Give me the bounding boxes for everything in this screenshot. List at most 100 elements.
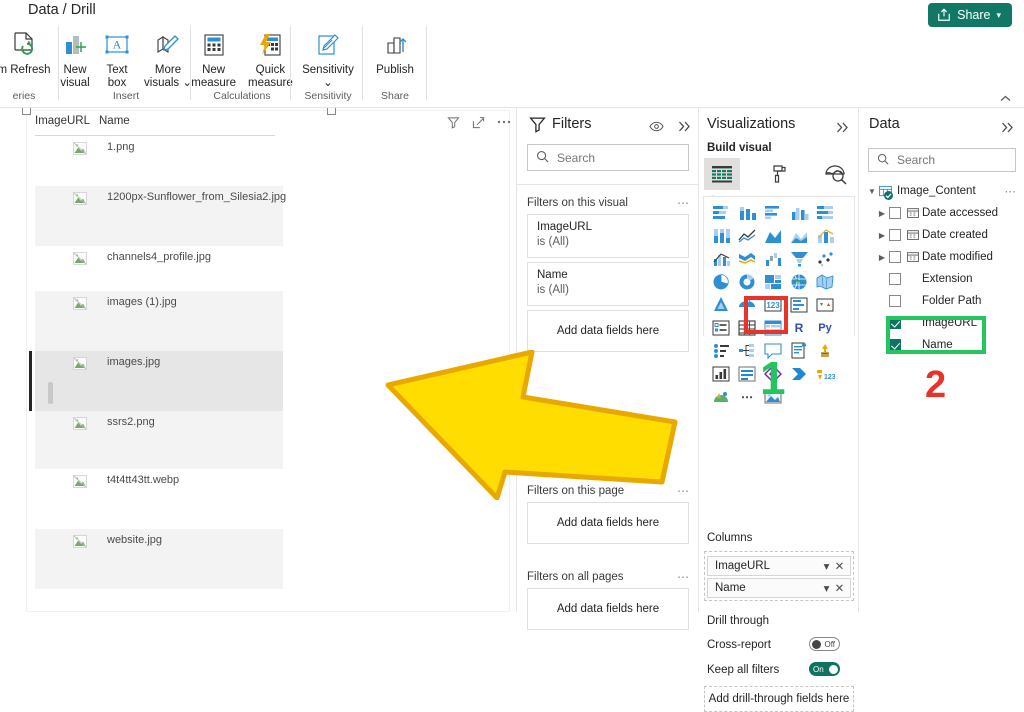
visual-type-100-stacked-bar-chart[interactable] — [813, 202, 837, 223]
table-row[interactable]: channels4_profile.jpg — [35, 246, 283, 291]
visual-type-get-more-visuals[interactable] — [735, 363, 759, 384]
filter-card-imageurl[interactable]: ImageURL is (All) — [527, 214, 689, 258]
visual-type-filled-map[interactable] — [813, 271, 837, 292]
field-pill-imageurl[interactable]: ImageURL ▾ ✕ — [707, 556, 851, 576]
data-table-node[interactable]: ▼ Image_Content ⋯ — [859, 180, 1024, 202]
filters-all-pages-section-more[interactable]: ⋯ — [677, 570, 691, 584]
double-chevron-right-icon[interactable] — [676, 118, 692, 134]
filters-visual-section-more[interactable]: ⋯ — [677, 196, 691, 210]
visual-type-table[interactable] — [735, 317, 759, 338]
more-options-icon[interactable] — [495, 114, 512, 130]
data-field-date-modified[interactable]: ▶ Date modified — [859, 246, 1024, 268]
visual-type-power-automate[interactable] — [787, 363, 811, 384]
table-row[interactable]: 1200px-Sunflower_from_Silesia2.jpg — [35, 186, 286, 246]
visual-type-treemap[interactable] — [761, 271, 785, 292]
table-visual[interactable]: ImageURL Name 1.png 1200px-Sunflower_from… — [22, 108, 512, 612]
visual-type-arcgis-maps[interactable] — [709, 386, 733, 407]
visual-type-scatter-chart[interactable] — [813, 248, 837, 269]
eye-icon[interactable] — [648, 118, 664, 134]
visual-type-py-visual[interactable]: Py — [813, 317, 837, 338]
data-field-date-created[interactable]: ▶ Date created — [859, 224, 1024, 246]
visual-type-stacked-column-chart[interactable] — [735, 202, 759, 223]
focus-mode-icon[interactable] — [470, 114, 487, 130]
refresh-button[interactable]: m Refresh — [0, 22, 57, 77]
chevron-down-icon[interactable]: ▾ — [820, 581, 833, 595]
keep-all-filters-toggle[interactable]: On — [809, 662, 840, 676]
visual-type-more-options[interactable]: ⋯ — [735, 386, 759, 407]
chevron-right-icon[interactable]: ▶ — [875, 253, 889, 262]
format-visual-tab[interactable] — [761, 158, 797, 190]
table-scrollbar-thumb[interactable] — [48, 382, 53, 404]
visual-type-clustered-column-chart[interactable] — [787, 202, 811, 223]
chevron-right-icon[interactable]: ▶ — [875, 209, 889, 218]
publish-button[interactable]: Publish — [370, 22, 420, 77]
field-checkbox[interactable] — [889, 295, 901, 307]
report-canvas[interactable]: ImageURL Name 1.png 1200px-Sunflower_from… — [0, 108, 516, 612]
ribbon-collapse-button[interactable] — [996, 90, 1014, 106]
new-measure-button[interactable]: New measure — [185, 22, 242, 89]
visual-type-pie-chart[interactable] — [709, 271, 733, 292]
visual-type-line-stacked-column-chart[interactable] — [813, 225, 837, 246]
chevron-down-icon[interactable]: ▼ — [865, 187, 879, 196]
filters-page-section-more[interactable]: ⋯ — [677, 484, 691, 498]
new-visual-button[interactable]: New visual — [54, 22, 96, 89]
visual-type-100-stacked-column-chart[interactable] — [709, 225, 733, 246]
build-visual-tab[interactable] — [704, 158, 740, 190]
table-row[interactable]: images.jpg — [29, 351, 283, 411]
table-row[interactable]: website.jpg — [35, 529, 283, 589]
drill-through-dropzone[interactable]: Add drill-through fields here — [704, 686, 854, 712]
filters-visual-dropzone[interactable]: Add data fields here — [527, 310, 689, 352]
data-search-input[interactable]: Search — [868, 148, 1016, 172]
visual-type-ribbon-chart[interactable] — [735, 248, 759, 269]
visual-type-kpi[interactable] — [813, 294, 837, 315]
remove-field-icon[interactable]: ✕ — [833, 581, 846, 595]
visual-type-funnel-chart[interactable] — [787, 248, 811, 269]
data-field-folder-path[interactable]: Folder Path — [859, 290, 1024, 312]
visual-type-card[interactable]: 123 — [761, 294, 785, 315]
visual-type-donut-chart[interactable] — [735, 271, 759, 292]
visual-type-smart-narrative[interactable] — [787, 340, 811, 361]
chevron-right-icon[interactable]: ▶ — [875, 231, 889, 240]
visual-type-stacked-bar-chart[interactable] — [709, 202, 733, 223]
filters-all-pages-dropzone[interactable]: Add data fields here — [527, 588, 689, 630]
visual-type-shape-map[interactable] — [709, 294, 733, 315]
data-field-name[interactable]: Name — [859, 334, 1024, 356]
visual-type-multi-row-card[interactable] — [787, 294, 811, 315]
visual-type-r-visual[interactable]: R — [787, 317, 811, 338]
data-table-more[interactable]: ⋯ — [1005, 184, 1018, 198]
visual-type-gallery[interactable]: 123 R Py 123 ⋯ — [703, 196, 855, 404]
filters-page-dropzone[interactable]: Add data fields here — [527, 502, 689, 544]
visual-type-paginated-report[interactable] — [813, 340, 837, 361]
visual-type-matrix[interactable] — [761, 317, 785, 338]
visual-type-anomaly-detection[interactable]: 123 — [813, 363, 837, 384]
field-checkbox[interactable] — [889, 229, 901, 241]
data-field-extension[interactable]: Extension — [859, 268, 1024, 290]
visual-type-stacked-area-chart[interactable] — [787, 225, 811, 246]
double-chevron-right-icon[interactable] — [834, 119, 850, 135]
field-checkbox[interactable] — [889, 207, 901, 219]
filter-card-name[interactable]: Name is (All) — [527, 262, 689, 306]
visual-type-azure-map[interactable] — [735, 294, 759, 315]
visual-type-waterfall-chart[interactable] — [761, 248, 785, 269]
double-chevron-right-icon[interactable] — [999, 119, 1015, 135]
tab-data-drill[interactable]: Data / Drill — [16, 0, 108, 22]
table-row[interactable]: t4t4tt43tt.webp — [35, 469, 283, 529]
filters-search-input[interactable]: Search — [527, 144, 689, 171]
visual-type-key-influencers[interactable] — [709, 340, 733, 361]
remove-field-icon[interactable]: ✕ — [833, 559, 846, 573]
filter-icon[interactable] — [445, 114, 462, 130]
visual-type-decomposition-tree[interactable] — [735, 340, 759, 361]
field-checkbox[interactable] — [889, 317, 901, 329]
visual-type-map[interactable] — [787, 271, 811, 292]
field-checkbox[interactable] — [889, 251, 901, 263]
visual-type-metrics[interactable] — [709, 363, 733, 384]
column-header-name[interactable]: Name — [99, 115, 130, 133]
field-checkbox[interactable] — [889, 339, 901, 351]
visual-type-line-chart[interactable] — [735, 225, 759, 246]
visual-type-clustered-bar-chart[interactable] — [761, 202, 785, 223]
field-checkbox[interactable] — [889, 273, 901, 285]
cross-report-toggle[interactable]: Off — [809, 637, 840, 651]
table-row[interactable]: 1.png — [35, 136, 283, 186]
data-field-date-accessed[interactable]: ▶ Date accessed — [859, 202, 1024, 224]
chevron-down-icon[interactable]: ▾ — [820, 559, 833, 573]
